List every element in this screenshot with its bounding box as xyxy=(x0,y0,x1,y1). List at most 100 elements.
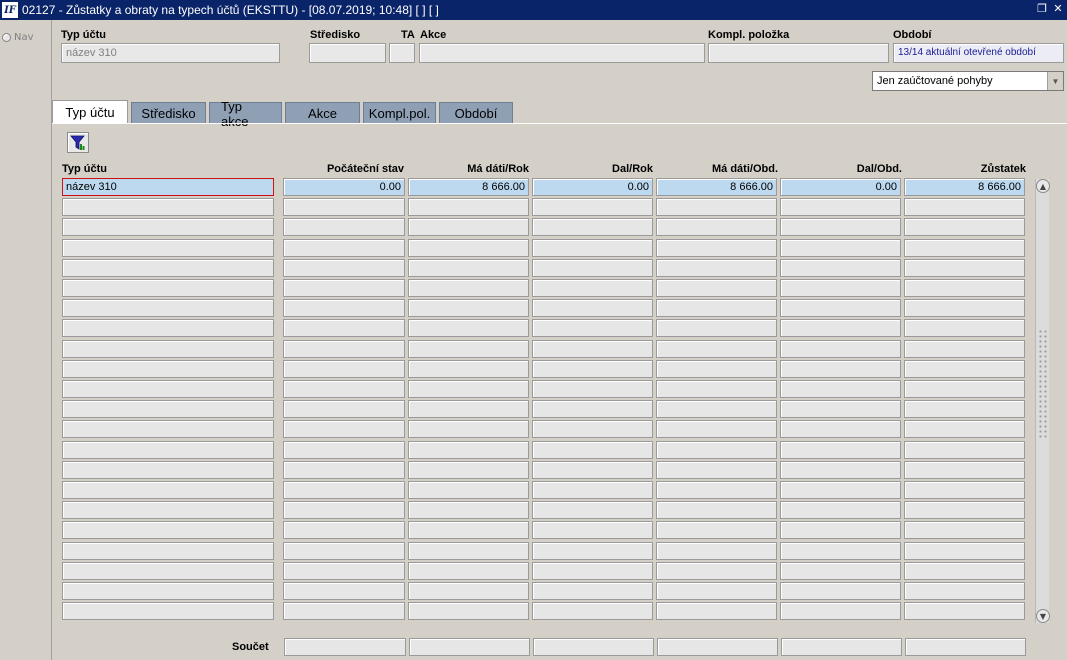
filter-button[interactable] xyxy=(67,132,89,153)
value-cell[interactable] xyxy=(532,360,653,378)
value-cell[interactable] xyxy=(904,259,1025,277)
value-cell[interactable] xyxy=(904,198,1025,216)
value-cell[interactable] xyxy=(656,360,777,378)
value-cell[interactable] xyxy=(283,400,405,418)
value-cell[interactable] xyxy=(904,340,1025,358)
value-cell[interactable] xyxy=(656,400,777,418)
value-cell[interactable] xyxy=(656,441,777,459)
akce-field[interactable] xyxy=(419,43,705,63)
value-cell[interactable] xyxy=(656,279,777,297)
value-cell[interactable] xyxy=(904,562,1025,580)
value-cell[interactable] xyxy=(656,521,777,539)
value-cell[interactable] xyxy=(656,299,777,317)
value-cell[interactable] xyxy=(780,441,901,459)
value-cell[interactable] xyxy=(532,441,653,459)
value-cell[interactable] xyxy=(780,239,901,257)
value-cell[interactable] xyxy=(408,400,529,418)
value-cell[interactable] xyxy=(904,400,1025,418)
typ-uctu-cell[interactable] xyxy=(62,602,274,620)
value-cell[interactable] xyxy=(780,198,901,216)
value-cell[interactable] xyxy=(283,259,405,277)
value-cell[interactable] xyxy=(780,279,901,297)
value-cell[interactable] xyxy=(904,319,1025,337)
tab-obdobi[interactable]: Období xyxy=(439,102,513,124)
value-cell[interactable] xyxy=(408,461,529,479)
value-cell[interactable] xyxy=(532,400,653,418)
value-cell[interactable] xyxy=(780,360,901,378)
typ-uctu-cell[interactable] xyxy=(62,259,274,277)
value-cell[interactable] xyxy=(283,340,405,358)
value-cell[interactable]: 8 666.00 xyxy=(656,178,777,196)
value-cell[interactable] xyxy=(780,602,901,620)
typ-uctu-cell[interactable] xyxy=(62,521,274,539)
value-cell[interactable]: 8 666.00 xyxy=(904,178,1025,196)
value-cell[interactable] xyxy=(408,319,529,337)
value-cell[interactable] xyxy=(532,461,653,479)
value-cell[interactable] xyxy=(532,542,653,560)
value-cell[interactable] xyxy=(904,299,1025,317)
value-cell[interactable] xyxy=(780,562,901,580)
typ-uctu-cell[interactable] xyxy=(62,501,274,519)
value-cell[interactable] xyxy=(408,501,529,519)
value-cell[interactable] xyxy=(780,542,901,560)
value-cell[interactable] xyxy=(904,481,1025,499)
value-cell[interactable] xyxy=(904,279,1025,297)
value-cell[interactable] xyxy=(904,461,1025,479)
value-cell[interactable] xyxy=(904,582,1025,600)
value-cell[interactable] xyxy=(780,400,901,418)
value-cell[interactable] xyxy=(283,319,405,337)
value-cell[interactable] xyxy=(532,239,653,257)
value-cell[interactable] xyxy=(656,562,777,580)
value-cell[interactable] xyxy=(408,198,529,216)
typ-uctu-cell[interactable] xyxy=(62,380,274,398)
value-cell[interactable] xyxy=(283,360,405,378)
value-cell[interactable] xyxy=(656,582,777,600)
scroll-grip[interactable] xyxy=(1038,329,1048,439)
value-cell[interactable] xyxy=(283,521,405,539)
value-cell[interactable] xyxy=(656,420,777,438)
sum-cell[interactable] xyxy=(409,638,530,656)
value-cell[interactable] xyxy=(656,602,777,620)
value-cell[interactable]: 0.00 xyxy=(283,178,405,196)
value-cell[interactable] xyxy=(780,380,901,398)
value-cell[interactable] xyxy=(780,218,901,236)
value-cell[interactable] xyxy=(656,340,777,358)
sum-cell[interactable] xyxy=(781,638,902,656)
tab-stredisko[interactable]: Středisko xyxy=(131,102,206,124)
value-cell[interactable] xyxy=(904,360,1025,378)
typ-uctu-cell[interactable] xyxy=(62,481,274,499)
value-cell[interactable] xyxy=(532,279,653,297)
value-cell[interactable] xyxy=(408,481,529,499)
vertical-scrollbar[interactable]: ▲ ▼ xyxy=(1035,179,1050,623)
value-cell[interactable] xyxy=(780,582,901,600)
value-cell[interactable] xyxy=(532,319,653,337)
value-cell[interactable] xyxy=(408,582,529,600)
value-cell[interactable] xyxy=(904,420,1025,438)
tab-kompl-pol[interactable]: Kompl.pol. xyxy=(363,102,436,124)
value-cell[interactable] xyxy=(904,521,1025,539)
value-cell[interactable] xyxy=(780,501,901,519)
value-cell[interactable] xyxy=(656,380,777,398)
value-cell[interactable] xyxy=(283,481,405,499)
value-cell[interactable]: 8 666.00 xyxy=(408,178,529,196)
value-cell[interactable] xyxy=(780,461,901,479)
value-cell[interactable] xyxy=(656,259,777,277)
typ-uctu-cell[interactable] xyxy=(62,239,274,257)
value-cell[interactable] xyxy=(408,340,529,358)
value-cell[interactable] xyxy=(656,198,777,216)
value-cell[interactable] xyxy=(532,521,653,539)
chevron-down-icon[interactable]: ▼ xyxy=(1047,72,1063,90)
value-cell[interactable] xyxy=(283,198,405,216)
typ-uctu-cell[interactable] xyxy=(62,542,274,560)
value-cell[interactable] xyxy=(283,582,405,600)
value-cell[interactable] xyxy=(532,501,653,519)
typ-uctu-cell[interactable] xyxy=(62,461,274,479)
value-cell[interactable] xyxy=(532,562,653,580)
value-cell[interactable] xyxy=(408,542,529,560)
kompl-field[interactable] xyxy=(708,43,889,63)
value-cell[interactable] xyxy=(904,441,1025,459)
value-cell[interactable] xyxy=(283,542,405,560)
sum-cell[interactable] xyxy=(905,638,1026,656)
typ-uctu-cell[interactable] xyxy=(62,582,274,600)
value-cell[interactable] xyxy=(532,481,653,499)
